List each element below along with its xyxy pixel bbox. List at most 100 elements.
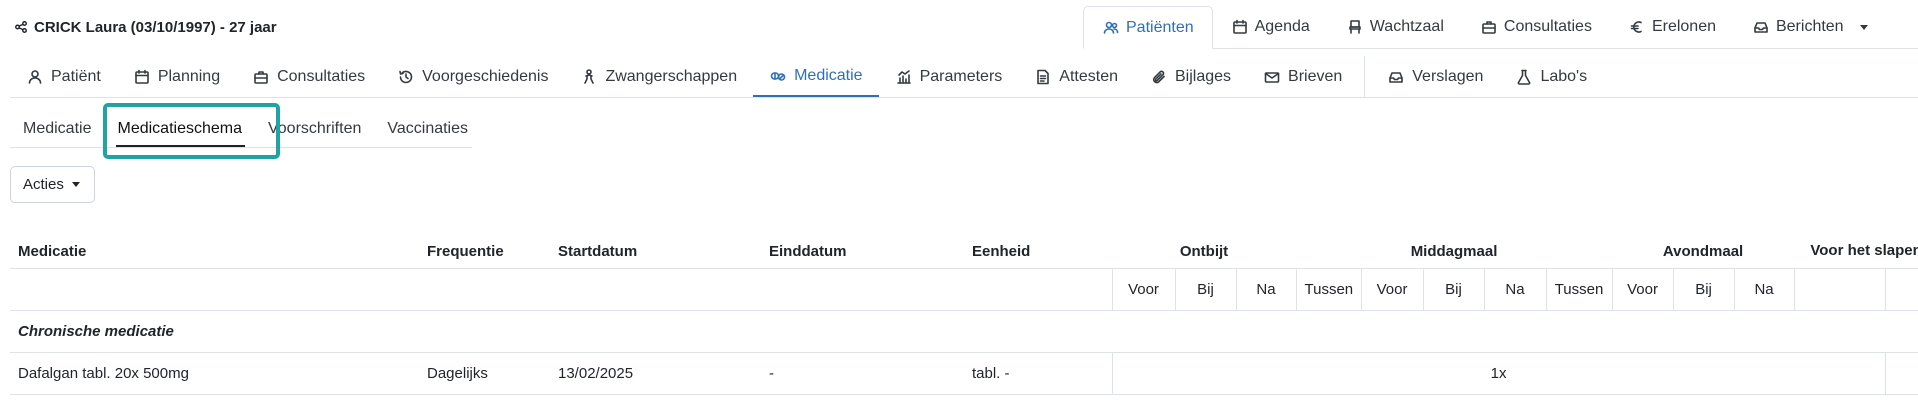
subnav-item-voorgeschiedenis[interactable]: Voorgeschiedenis [381,56,564,97]
main-nav-label: Consultaties [1503,18,1592,35]
subheader-middagmaal-na: Na [1483,268,1547,311]
main-nav-agenda[interactable]: Agenda [1213,6,1328,48]
subheader-ontbijt-bij: Bij [1174,268,1236,311]
briefcase-icon [252,68,270,86]
subheader-ontbijt-na: Na [1235,268,1297,311]
medication-schedule-table: Medicatie Frequentie Startdatum Einddatu… [10,210,1918,395]
subnav-label: Brieven [1288,67,1343,85]
inbox-icon [1387,68,1405,86]
briefcase-icon [1480,18,1498,36]
main-nav-label: Agenda [1254,18,1310,35]
subnav-item-verslagen[interactable]: Verslagen [1371,56,1499,97]
subnav-item-patient[interactable]: Patiënt [10,56,117,97]
baby-icon [580,68,598,86]
subnav-label: Verslagen [1412,67,1484,85]
users-icon [1102,19,1120,37]
calendar-icon [133,68,151,86]
subnav-label: Parameters [919,67,1003,85]
subnav-label: Planning [157,67,221,85]
column-header-voor-het-slapen: Voor het slapen [1794,210,1918,269]
cell-medicatie: Dafalgan tabl. 20x 500mg [10,352,419,395]
highlight-box [103,103,280,159]
calendar-icon [1231,18,1249,36]
subheader-tussen-2: Tussen [1545,268,1613,311]
history-icon [397,68,415,86]
document-icon [1034,68,1052,86]
main-nav: Patiënten Agenda Wachtzaal Consultaties … [1083,6,1918,49]
main-nav-label: Erelonen [1651,18,1716,35]
mail-icon [1263,68,1281,86]
subnav-label: Bijlages [1174,67,1232,85]
subheader-middagmaal-bij: Bij [1422,268,1485,311]
actions-dropdown-button[interactable]: Acties [10,166,95,203]
subnav-label: Voorgeschiedenis [422,67,549,85]
user-icon [26,68,44,86]
chevron-down-icon [1859,24,1868,30]
subnav-label: Labo's [1540,67,1588,85]
subheader-tussen-1: Tussen [1295,268,1362,311]
subnav-item-bijlages[interactable]: Bijlages [1134,56,1247,97]
column-header-avondmaal: Avondmaal [1612,210,1795,269]
cell-frequentie: Dagelijks [419,352,550,395]
section-label-chronische-medicatie: Chronische medicatie [10,310,1918,353]
subnav-item-brieven[interactable]: Brieven [1247,56,1358,97]
subheader-ontbijt-voor: Voor [1111,268,1175,311]
patient-title[interactable]: CRICK Laura (03/10/1997) - 27 jaar [12,18,277,36]
main-nav-label: Wachtzaal [1369,18,1444,35]
chart-icon [895,68,913,86]
main-nav-patienten[interactable]: Patiënten [1083,6,1213,49]
main-nav-label: Berichten [1775,18,1844,35]
subnav-label: Patiënt [51,67,101,85]
subnav-item-attesten[interactable]: Attesten [1018,56,1134,97]
column-header-eenheid: Eenheid [964,210,1112,269]
euro-icon [1628,18,1646,36]
subnav-item-zwangerschappen[interactable]: Zwangerschappen [564,56,753,97]
cell-eenheid: tabl. - [964,352,1112,395]
subheader-empty [761,268,964,311]
main-nav-label: Patiënten [1126,18,1194,36]
subnav-label: Medicatie [794,66,863,84]
main-nav-berichten[interactable]: Berichten [1734,6,1886,48]
cell-einddatum: - [761,352,964,395]
subnav-item-consultaties[interactable]: Consultaties [236,56,381,97]
actions-label: Acties [23,176,64,193]
top-bar: CRICK Laura (03/10/1997) - 27 jaar Patië… [0,0,1918,49]
patient-title-text: CRICK Laura (03/10/1997) - 27 jaar [34,18,277,36]
main-nav-consultaties[interactable]: Consultaties [1462,6,1610,48]
subnav-item-parameters[interactable]: Parameters [879,56,1019,97]
cell-dosering: 1x [1111,352,1886,395]
pills-icon [769,67,787,85]
subnav-label: Consultaties [277,67,366,85]
subheader-avondmaal-voor: Voor [1611,268,1674,311]
subheader-empty [419,268,550,311]
subnav-label: Attesten [1059,67,1118,85]
subheader-middagmaal-voor: Voor [1360,268,1424,311]
subnav-item-planning[interactable]: Planning [117,56,236,97]
chevron-down-icon [71,182,80,187]
column-header-medicatie: Medicatie [10,210,419,269]
subheader-empty [964,268,1112,311]
column-header-middagmaal: Middagmaal [1296,210,1613,269]
subnav-item-medicatie[interactable]: Medicatie [753,56,879,97]
table-row[interactable]: Dafalgan tabl. 20x 500mg Dagelijks 13/02… [10,352,1918,395]
tab-medicatie[interactable]: Medicatie [10,110,104,147]
subheader-avondmaal-na: Na [1733,268,1795,311]
main-nav-erelonen[interactable]: Erelonen [1610,6,1734,48]
cell-end [1884,352,1918,395]
subheader-voor-het-slapen [1793,268,1886,311]
main-nav-wachtzaal[interactable]: Wachtzaal [1328,6,1462,48]
subheader-end [1884,268,1918,311]
subheader-empty [550,268,761,311]
subnav-item-labos[interactable]: Labo's [1499,56,1603,97]
subnav-divider [1364,56,1366,97]
subnav-label: Zwangerschappen [605,67,738,85]
subheader-empty [10,268,419,311]
column-header-startdatum: Startdatum [550,210,761,269]
flask-icon [1515,68,1533,86]
tab-vaccinaties[interactable]: Vaccinaties [374,110,481,147]
subheader-avondmaal-bij: Bij [1672,268,1735,311]
column-header-frequentie: Frequentie [419,210,550,269]
cell-startdatum: 13/02/2025 [550,352,761,395]
chair-icon [1346,18,1364,36]
column-header-ontbijt: Ontbijt [1112,210,1297,269]
